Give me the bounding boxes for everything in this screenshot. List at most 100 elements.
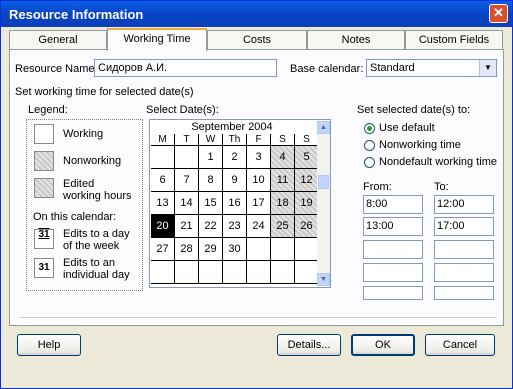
resource-name-field[interactable]: Сидоров А.И. [94, 59, 277, 77]
ok-button[interactable]: OK [351, 334, 415, 356]
calendar-day-cell[interactable]: 22 [199, 215, 223, 238]
calendar-weekday-header[interactable]: T [175, 134, 199, 146]
calendar-day-cell[interactable]: 2 [223, 146, 247, 169]
from-time-input[interactable]: 8:00 [363, 195, 423, 214]
calendar-day-cell[interactable]: 16 [223, 192, 247, 215]
to-time-input[interactable]: 17:00 [434, 217, 494, 236]
scroll-thumb[interactable] [318, 175, 329, 189]
calendar-day-cell[interactable]: 27 [151, 238, 175, 261]
tab-notes[interactable]: Notes [307, 30, 405, 50]
calendar-scrollbar[interactable]: ▲ ▼ [317, 121, 330, 286]
calendar-day-cell[interactable] [247, 261, 271, 284]
to-label: To: [434, 181, 449, 193]
calendar-day-cell[interactable]: 17 [247, 192, 271, 215]
to-time-input[interactable] [434, 286, 494, 300]
to-time-input[interactable]: 12:00 [434, 195, 494, 214]
nonworking-time-label[interactable]: Nonworking time [379, 139, 461, 151]
from-time-input[interactable] [363, 286, 423, 300]
calendar-day-cell[interactable]: 5 [295, 146, 319, 169]
chevron-down-icon[interactable]: ▼ [479, 60, 496, 76]
calendar-weekday-header[interactable]: Th [223, 134, 247, 146]
calendar-day-cell[interactable]: 23 [223, 215, 247, 238]
help-button[interactable]: Help [17, 334, 81, 356]
nondefault-working-time-label[interactable]: Nondefault working time [379, 156, 497, 168]
to-time-input[interactable] [434, 240, 494, 259]
title-bar[interactable]: Resource Information ✕ [1, 1, 512, 27]
base-calendar-select[interactable]: Standard ▼ [366, 59, 497, 77]
window-title: Resource Information [9, 7, 144, 22]
calendar-day-cell[interactable] [247, 238, 271, 261]
calendar-day-cell[interactable] [295, 261, 319, 284]
calendar-day-cell[interactable]: 10 [247, 169, 271, 192]
from-time-input[interactable]: 13:00 [363, 217, 423, 236]
calendar-weekday-header[interactable]: S [271, 134, 295, 146]
calendar-day-cell[interactable]: 3 [247, 146, 271, 169]
calendar-day-cell[interactable]: 29 [199, 238, 223, 261]
base-calendar-label: Base calendar: [290, 63, 364, 75]
calendar-day-cell[interactable]: 13 [151, 192, 175, 215]
calendar-day-cell[interactable]: 7 [175, 169, 199, 192]
nondefault-working-time-radio[interactable] [364, 157, 375, 168]
calendar-day-cell[interactable] [199, 261, 223, 284]
scroll-down-icon[interactable]: ▼ [317, 273, 330, 286]
tab-general[interactable]: General [9, 30, 107, 50]
calendar-weekday-header[interactable]: W [199, 134, 223, 146]
edited-hours-swatch-icon [34, 178, 54, 198]
details-button[interactable]: Details... [277, 334, 341, 356]
cancel-button[interactable]: Cancel [425, 334, 495, 356]
scroll-up-icon[interactable]: ▲ [317, 121, 330, 134]
calendar-day-cell[interactable]: 6 [151, 169, 175, 192]
tab-custom-fields[interactable]: Custom Fields [405, 30, 503, 50]
calendar-day-cell[interactable] [175, 146, 199, 169]
legend-individual-label: Edits to an individual day [63, 257, 130, 281]
calendar-day-cell[interactable]: 26 [295, 215, 319, 238]
use-default-label[interactable]: Use default [379, 122, 435, 134]
calendar-day-cell[interactable]: 11 [271, 169, 295, 192]
use-default-radio[interactable] [364, 123, 375, 134]
nonworking-swatch-icon [34, 151, 54, 171]
calendar-day-cell[interactable] [175, 261, 199, 284]
calendar-day-cell[interactable]: 30 [223, 238, 247, 261]
calendar-day-cell[interactable]: 21 [175, 215, 199, 238]
calendar-day-cell[interactable]: 12 [295, 169, 319, 192]
calendar-day-cell[interactable]: 24 [247, 215, 271, 238]
resource-information-dialog: Resource Information ✕ General Working T… [0, 0, 513, 389]
legend-edited-label: Edited working hours [63, 178, 132, 202]
legend-nonworking-label: Nonworking [63, 155, 122, 167]
calendar-day-cell[interactable] [223, 261, 247, 284]
calendar-day-cell[interactable] [295, 238, 319, 261]
close-icon[interactable]: ✕ [489, 4, 508, 23]
individual-day-edit-icon: 31 [34, 258, 54, 278]
calendar-weekday-header[interactable]: M [151, 134, 175, 146]
on-calendar-label: On this calendar: [33, 211, 117, 223]
legend-day-of-week-label: Edits to a day of the week [63, 228, 130, 252]
tab-working-time[interactable]: Working Time [107, 28, 207, 51]
divider [19, 317, 497, 319]
nonworking-time-radio[interactable] [364, 140, 375, 151]
calendar-day-cell[interactable] [271, 261, 295, 284]
to-time-input[interactable] [434, 263, 494, 282]
calendar-weekday-header[interactable]: S [295, 134, 319, 146]
tab-costs[interactable]: Costs [207, 30, 307, 50]
calendar-day-cell[interactable]: 20 [151, 215, 175, 238]
calendar-day-cell[interactable]: 25 [271, 215, 295, 238]
calendar-day-cell[interactable] [151, 261, 175, 284]
calendar-day-cell[interactable]: 15 [199, 192, 223, 215]
from-label: From: [363, 181, 392, 193]
from-time-input[interactable] [363, 240, 423, 259]
calendar-day-cell[interactable] [271, 238, 295, 261]
calendar-day-cell[interactable]: 14 [175, 192, 199, 215]
from-time-input[interactable] [363, 263, 423, 282]
resource-name-label: Resource Name: [15, 63, 98, 75]
calendar-day-cell[interactable]: 4 [271, 146, 295, 169]
calendar-day-cell[interactable] [151, 146, 175, 169]
calendar-day-cell[interactable]: 8 [199, 169, 223, 192]
calendar-day-cell[interactable]: 28 [175, 238, 199, 261]
working-swatch-icon [34, 124, 54, 144]
calendar-weekday-header[interactable]: F [247, 134, 271, 146]
calendar-day-cell[interactable]: 1 [199, 146, 223, 169]
calendar-day-cell[interactable]: 19 [295, 192, 319, 215]
calendar-day-cell[interactable]: 9 [223, 169, 247, 192]
legend-working-label: Working [63, 128, 104, 140]
calendar-day-cell[interactable]: 18 [271, 192, 295, 215]
